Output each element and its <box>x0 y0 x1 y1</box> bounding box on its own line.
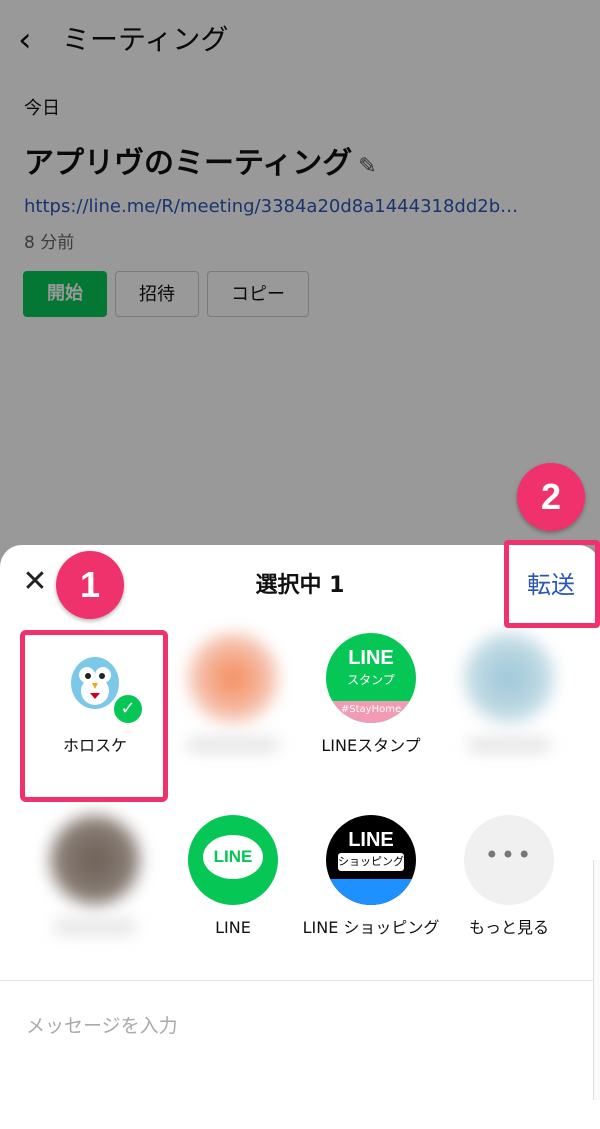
contact-name: LINE ショッピング <box>302 918 440 937</box>
more-button[interactable]: ••• もっと見る <box>439 815 579 939</box>
message-input[interactable]: メッセージを入力 <box>26 1011 178 1038</box>
highlight-box-forward <box>504 540 600 628</box>
contact-name <box>25 917 165 939</box>
line-logo: LINE <box>203 835 263 879</box>
contact-blurred[interactable] <box>439 633 579 779</box>
line-stamp-logo: スタンプ <box>347 673 395 687</box>
avatar: LINE スタンプ #StayHome <box>326 633 416 723</box>
highlight-box-contact <box>20 630 168 802</box>
avatar <box>50 815 140 905</box>
annotation-badge-2: 2 <box>517 463 585 531</box>
avatar: LINE ショッピング <box>326 815 416 905</box>
contact-line-stamp[interactable]: LINE スタンプ #StayHome LINEスタンプ <box>301 633 441 757</box>
contact-name: LINEスタンプ <box>321 736 421 755</box>
divider <box>0 980 600 981</box>
line-shopping-logo: LINE <box>348 829 394 851</box>
line-shopping-logo: ショッピング <box>338 853 404 871</box>
contact-line-shopping[interactable]: LINE ショッピング LINE ショッピング <box>301 815 441 939</box>
annotation-badge-1: 1 <box>56 551 124 619</box>
contact-name: もっと見る <box>468 918 549 937</box>
avatar <box>188 633 278 723</box>
contact-name <box>439 735 579 779</box>
contact-name <box>163 735 303 779</box>
contact-name: LINE <box>215 918 251 937</box>
line-stamp-logo: LINE <box>348 647 394 669</box>
avatar <box>464 633 554 723</box>
scrollbar[interactable] <box>593 860 600 1100</box>
contact-blurred[interactable] <box>25 815 165 939</box>
shopping-banner <box>326 879 416 905</box>
avatar: LINE <box>188 815 278 905</box>
stay-home-banner: #StayHome <box>326 701 416 723</box>
more-icon: ••• <box>464 815 554 905</box>
contact-line[interactable]: LINE LINE <box>163 815 303 939</box>
contact-blurred[interactable] <box>163 633 303 779</box>
